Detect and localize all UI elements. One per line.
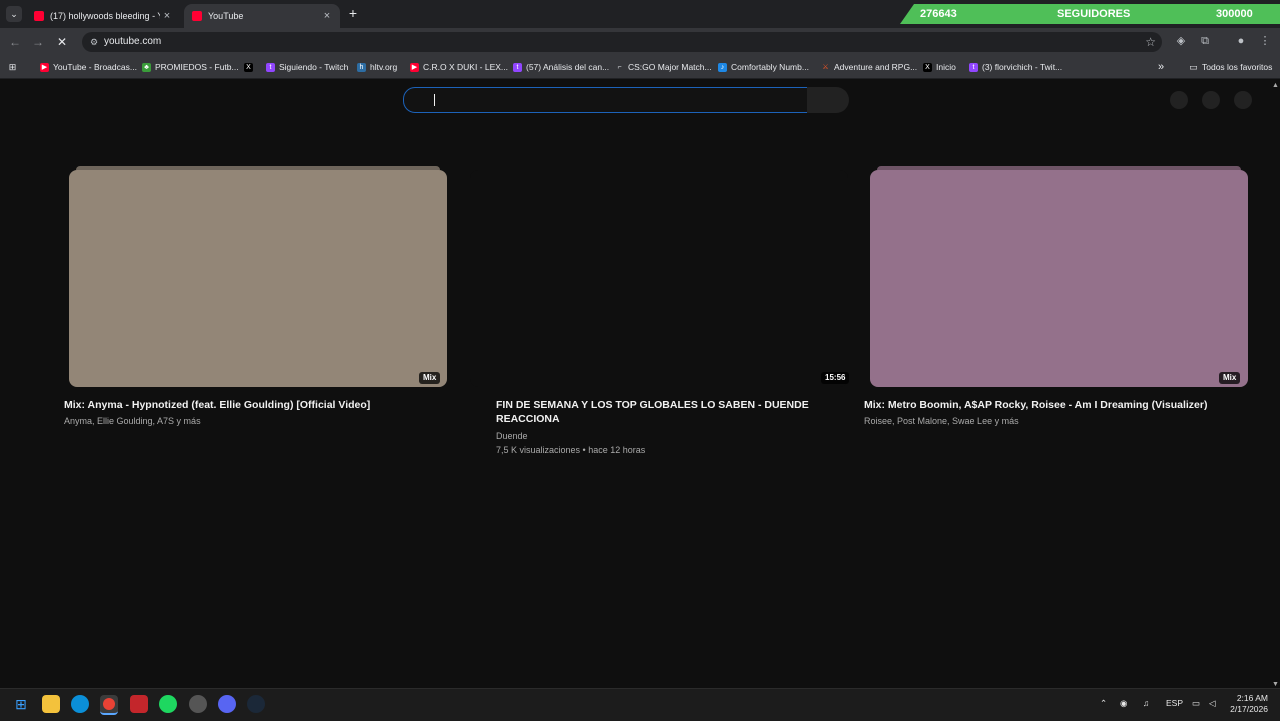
scroll-up-icon[interactable]: ▲	[1272, 82, 1279, 89]
tab-hollywoods-bleeding[interactable]: (17) hollywoods bleeding - You ×	[26, 4, 180, 28]
bookmark-inicio[interactable]: X Inicio	[923, 60, 956, 74]
text-caret	[434, 94, 435, 106]
bookmark-florvichich[interactable]: t (3) florvichich - Twit...	[969, 60, 1062, 74]
game-icon: ⚔	[822, 63, 829, 71]
steam-tray-icon[interactable]: ◉	[1120, 698, 1127, 709]
steam-icon[interactable]	[247, 695, 265, 713]
tab-title: YouTube	[208, 11, 244, 21]
promiedos-icon: ♣	[142, 62, 151, 72]
back-button[interactable]: ←	[7, 34, 23, 50]
extensions-puzzle-icon[interactable]: ⧉	[1198, 34, 1212, 48]
follower-goal: 300000	[1216, 8, 1253, 20]
edge-icon[interactable]	[71, 695, 89, 713]
bookmark-hltv[interactable]: h hltv.org	[357, 60, 397, 74]
apps-grid-icon[interactable]: ⊞	[8, 60, 21, 74]
url-text: youtube.com	[104, 36, 162, 47]
bookmark-x[interactable]: X	[244, 60, 257, 74]
browser-menu-icon[interactable]: ⋮	[1258, 34, 1272, 48]
youtube-icon: ▶	[40, 62, 49, 72]
video-title[interactable]: FIN DE SEMANA Y LOS TOP GLOBALES LO SABE…	[496, 398, 826, 426]
discord-icon[interactable]	[218, 695, 236, 713]
bookmarks-overflow-button[interactable]: »	[1158, 60, 1164, 74]
scroll-down-icon[interactable]: ▼	[1272, 681, 1279, 688]
tray-overflow-icon[interactable]: ⌃	[1100, 698, 1107, 709]
twitch-icon: t	[513, 62, 522, 72]
follower-count: 276643	[920, 8, 957, 20]
chrome-icon[interactable]	[100, 695, 118, 715]
network-icon[interactable]: ▭	[1192, 698, 1200, 709]
mix-badge: Mix	[419, 372, 441, 384]
create-icon[interactable]	[1170, 91, 1188, 109]
video-channel[interactable]: Roisee, Post Malone, Swae Lee y más	[864, 414, 1264, 428]
extension-icon[interactable]: ◈	[1174, 34, 1188, 48]
bookmark-youtube-broadcast[interactable]: ▶ YouTube - Broadcas...	[40, 60, 137, 74]
hltv-icon: h	[357, 62, 366, 72]
tab-search-button[interactable]: ⌄	[6, 6, 22, 22]
video-thumbnail[interactable]	[69, 170, 447, 387]
bookmark-star-icon[interactable]: ☆	[1145, 35, 1156, 49]
duration-badge: 15:56	[821, 372, 850, 384]
video-thumbnail[interactable]	[470, 170, 848, 387]
video-thumbnail[interactable]	[870, 170, 1248, 387]
avatar[interactable]	[1234, 91, 1252, 109]
clock-date[interactable]: 2/17/2026	[1224, 704, 1268, 714]
address-bar[interactable]: ⚙ youtube.com ☆	[82, 32, 1162, 52]
forward-button[interactable]: →	[30, 34, 46, 50]
video-stats: 7,5 K visualizaciones • hace 12 horas	[496, 445, 646, 455]
mix-badge: Mix	[1219, 372, 1241, 384]
search-input[interactable]	[403, 87, 808, 113]
doc-icon: ♪	[718, 62, 727, 72]
bookmark-promiedos[interactable]: ♣ PROMIEDOS - Futb...	[142, 60, 239, 74]
tab-close-icon[interactable]: ×	[320, 10, 334, 22]
video-channel[interactable]: Anyma, Ellie Goulding, A7S y más	[64, 414, 464, 428]
video-channel[interactable]: Duende	[496, 429, 826, 443]
bookmark-csgo-major[interactable]: ⌐ CS:GO Major Match...	[615, 60, 711, 74]
bookmark-analisis[interactable]: t (57) Análisis del can...	[513, 60, 609, 74]
video-title[interactable]: Mix: Metro Boomin, A$AP Rocky, Roisee - …	[864, 398, 1264, 412]
youtube-favicon-icon	[34, 11, 44, 21]
clock-time[interactable]: 2:16 AM	[1230, 693, 1268, 703]
tab-close-icon[interactable]: ×	[160, 10, 174, 22]
follower-goal-overlay: 276643 SEGUIDORES 300000	[900, 4, 1280, 24]
page-scrollbar[interactable]: ▲ ▼	[1271, 82, 1280, 688]
obs-app-icon[interactable]	[130, 695, 148, 713]
folder-icon: ▭	[1189, 61, 1198, 72]
tab-title: (17) hollywoods bleeding - You	[50, 11, 160, 21]
follower-label: SEGUIDORES	[1057, 8, 1131, 20]
youtube-favicon-icon	[192, 11, 202, 21]
site-info-icon[interactable]: ⚙	[88, 36, 100, 48]
game-launcher-icon[interactable]	[189, 695, 207, 713]
tab-youtube[interactable]: YouTube ×	[184, 4, 340, 28]
new-tab-button[interactable]: +	[346, 6, 360, 20]
start-button-windows-icon[interactable]: ⊞	[12, 695, 30, 713]
youtube-icon: ▶	[410, 62, 419, 72]
bookmark-cro-duki[interactable]: ▶ C.R.O X DUKI - LEX...	[410, 60, 508, 74]
spotify-icon[interactable]	[159, 695, 177, 713]
search-button[interactable]	[807, 87, 849, 113]
volume-icon[interactable]: ◁	[1209, 698, 1216, 709]
bookmark-siguiendo-twitch[interactable]: t Siguiendo - Twitch	[266, 60, 348, 74]
x-logo-icon: X	[244, 62, 253, 72]
language-indicator[interactable]: ESP	[1166, 698, 1183, 708]
all-bookmarks-folder[interactable]: ▭ Todos los favoritos	[1189, 60, 1272, 74]
file-explorer-icon[interactable]	[42, 695, 60, 713]
bookmark-adventure-rpg[interactable]: ⚔ Adventure and RPG...	[821, 60, 917, 74]
microphone-icon[interactable]: ♫	[1143, 698, 1149, 708]
notifications-icon[interactable]	[1202, 91, 1220, 109]
x-logo-icon: X	[923, 62, 932, 72]
video-title[interactable]: Mix: Anyma - Hypnotized (feat. Ellie Gou…	[64, 398, 464, 412]
csgo-icon: ⌐	[617, 63, 622, 71]
twitch-icon: t	[969, 62, 978, 72]
profile-avatar-icon[interactable]: ●	[1234, 34, 1248, 48]
stop-loading-button[interactable]: ✕	[54, 34, 70, 50]
twitch-icon: t	[266, 62, 275, 72]
bookmark-comfortably-numb[interactable]: ♪ Comfortably Numb...	[718, 60, 809, 74]
